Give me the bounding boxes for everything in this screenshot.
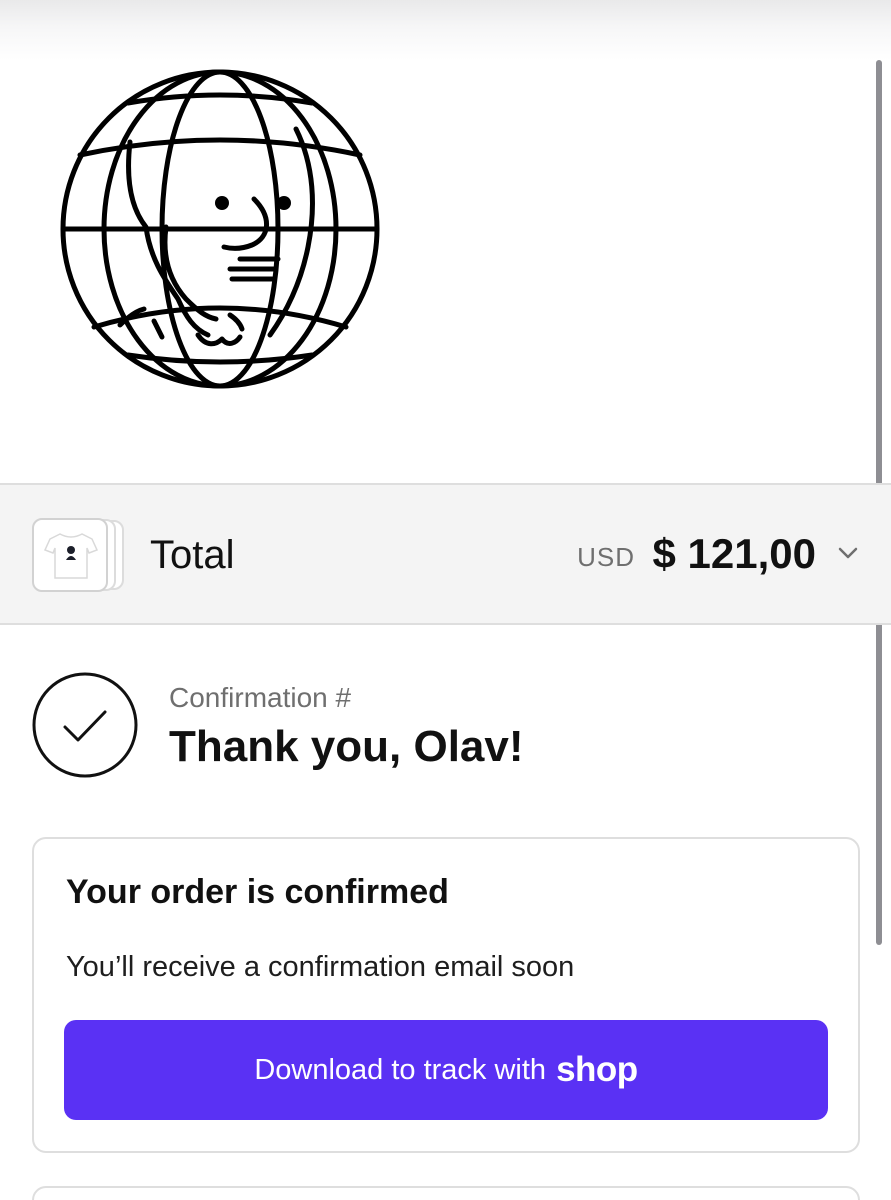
download-shop-app-button[interactable]: Download to track with shop — [64, 1020, 828, 1120]
shop-brand-logo: shop — [556, 1050, 638, 1089]
thank-you-heading: Thank you, Olav! — [169, 722, 524, 771]
order-confirmed-card: Your order is confirmed You’ll receive a… — [32, 837, 860, 1153]
product-thumbnails — [32, 518, 126, 592]
chevron-down-icon[interactable] — [838, 546, 858, 560]
globe-face-logo-icon — [60, 69, 380, 389]
top-shadow — [0, 0, 891, 60]
total-amount: $ 121,00 — [652, 530, 817, 577]
checkout-page: Total USD $ 121,00 Confirmation # Thank … — [0, 0, 891, 1200]
store-logo — [58, 67, 382, 391]
confirmation-email-message: You’ll receive a confirmation email soon — [66, 951, 575, 983]
product-thumbnail — [32, 518, 108, 592]
total-label: Total — [150, 533, 235, 577]
tshirt-thumbnail-icon — [43, 533, 99, 579]
currency-code: USD — [577, 542, 635, 572]
order-summary-bar[interactable]: Total USD $ 121,00 — [0, 483, 891, 625]
next-section-card — [32, 1186, 860, 1200]
confirmation-number-label: Confirmation # — [169, 682, 352, 713]
order-confirmed-title: Your order is confirmed — [66, 873, 449, 911]
checkmark-circle-icon — [32, 672, 138, 778]
download-button-text: Download to track with — [254, 1054, 547, 1086]
